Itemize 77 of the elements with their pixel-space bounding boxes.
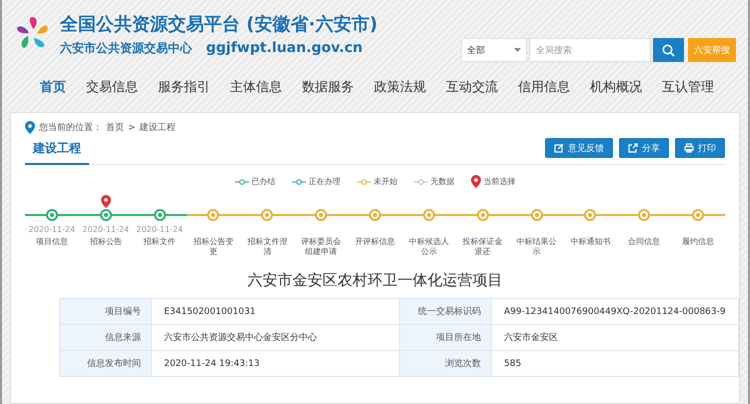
step-label[interactable]: 招标公告 <box>84 237 128 247</box>
scope-select[interactable]: 全部 <box>461 38 527 62</box>
section-tab[interactable]: 建设工程 <box>25 140 89 165</box>
share-icon <box>628 143 638 153</box>
step-label[interactable]: 履约信息 <box>676 237 720 247</box>
legend-label: 无数据 <box>430 176 454 187</box>
breadcrumb-separator: > <box>128 122 136 132</box>
share-button[interactable]: 分享 <box>619 138 669 158</box>
site-domain: ggjfwpt.luan.gov.cn <box>206 40 363 56</box>
timeline-node[interactable] <box>207 209 220 221</box>
legend-label: 当前选择 <box>484 176 516 187</box>
legend-label: 正在办理 <box>308 176 340 187</box>
timeline-node[interactable] <box>584 209 596 221</box>
timeline-node[interactable] <box>422 209 435 221</box>
timeline-node[interactable] <box>476 209 489 221</box>
nav-item[interactable]: 服务指引 <box>158 78 210 96</box>
nav-item[interactable]: 机构概况 <box>590 78 642 96</box>
nav-item[interactable]: 互认管理 <box>662 78 714 96</box>
breadcrumb-link[interactable]: 首页 <box>106 121 124 134</box>
step-label[interactable]: 项目信息 <box>30 237 74 247</box>
search-field[interactable]: 全局搜索 <box>529 38 651 62</box>
print-icon <box>684 143 694 153</box>
site-title: 全国公共资源交易平台 (安徽省·六安市) <box>60 12 378 36</box>
edit-icon <box>554 143 564 153</box>
feedback-button[interactable]: 意见反馈 <box>545 138 613 158</box>
timeline-node[interactable] <box>692 209 704 221</box>
field-value: 2020-11-24 19:43:13 <box>152 351 400 377</box>
field-value: E341502001001031 <box>152 299 400 325</box>
field-label: 浏览次数 <box>400 351 492 377</box>
legend-label: 已办结 <box>252 176 276 187</box>
timeline-node[interactable] <box>154 209 166 221</box>
nav-item[interactable]: 首页 <box>40 78 66 96</box>
timeline-node[interactable] <box>315 209 328 221</box>
field-label: 项目编号 <box>60 299 152 325</box>
step-label[interactable]: 中标候选人公示 <box>406 237 451 257</box>
step-label[interactable]: 招标文件 <box>138 237 182 247</box>
legend-label: 未开始 <box>374 176 398 187</box>
caret-icon <box>514 48 521 52</box>
step-label[interactable]: 中标结果公示 <box>514 237 559 257</box>
field-label: 项目所在地 <box>400 325 492 351</box>
step-date: 2020-11-24 <box>28 225 76 235</box>
field-value: 六安市公共资源交易中心金安区分中心 <box>152 325 400 351</box>
step-date: 2020-11-24 <box>82 225 130 235</box>
field-value: 585 <box>492 351 739 377</box>
field-value: 六安市金安区 <box>492 325 739 351</box>
timeline-node[interactable] <box>46 209 58 221</box>
field-label: 信息来源 <box>60 325 152 351</box>
field-value: A99-1234140076900449XQ-20201124-000863-9 <box>492 299 739 325</box>
step-label[interactable]: 招标文件澄清 <box>245 237 290 257</box>
project-title: 六安市金安区农村环卫一体化运营项目 <box>246 271 504 290</box>
nav-item[interactable]: 互动交流 <box>446 78 498 96</box>
nav-item[interactable]: 主体信息 <box>230 78 282 96</box>
step-date: 2020-11-24 <box>136 225 183 235</box>
timeline-node[interactable] <box>530 209 543 221</box>
breadcrumb-label: 您当前的位置： <box>39 122 102 134</box>
nav-item[interactable]: 政策法规 <box>374 78 426 96</box>
breadcrumb-link[interactable]: 建设工程 <box>140 121 176 134</box>
step-label[interactable]: 投标保证金退还 <box>460 237 505 257</box>
nav-item[interactable]: 信用信息 <box>518 78 570 96</box>
timeline-node[interactable] <box>261 209 274 221</box>
print-button[interactable]: 打印 <box>675 138 725 158</box>
nav-item[interactable]: 交易信息 <box>86 78 138 96</box>
step-label[interactable]: 开评标信息 <box>352 237 397 247</box>
location-pin-icon <box>25 121 35 134</box>
timeline-node[interactable] <box>100 209 112 221</box>
search-button[interactable] <box>653 38 684 62</box>
site-subtitle: 六安市公共资源交易中心 <box>60 40 192 56</box>
nav-item[interactable]: 数据服务 <box>302 78 354 96</box>
search-icon <box>662 44 675 56</box>
step-label[interactable]: 招标公告变更 <box>191 237 236 257</box>
timeline-node[interactable] <box>368 209 381 221</box>
timeline-node[interactable] <box>638 209 650 221</box>
step-label[interactable]: 合同信息 <box>622 237 666 247</box>
field-label: 信息发布时间 <box>60 351 152 377</box>
step-label[interactable]: 评标委员会组建申请 <box>299 237 344 257</box>
step-label[interactable]: 中标通知书 <box>568 237 612 247</box>
field-label: 统一交易标识码 <box>400 299 492 325</box>
